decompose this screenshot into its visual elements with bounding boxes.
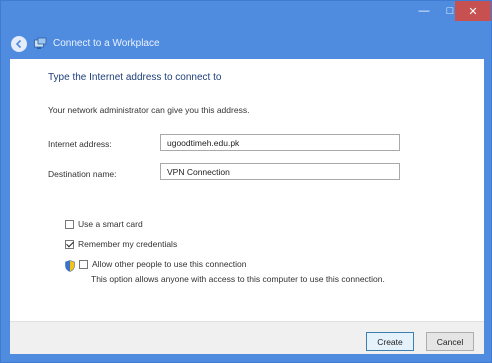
create-button[interactable]: Create [366,332,414,351]
destination-name-label: Destination name: [48,169,117,179]
close-icon: ✕ [468,5,478,18]
button-bar: Create Cancel [10,321,484,354]
internet-address-label: Internet address: [48,139,112,149]
smart-card-checkbox[interactable] [65,220,74,229]
uac-shield-icon [65,260,75,272]
page-heading: Type the Internet address to connect to [48,72,222,83]
internet-address-input[interactable] [160,134,400,151]
cancel-button[interactable]: Cancel [426,332,474,351]
title-bar: — □ ✕ [1,1,491,31]
smart-card-label: Use a smart card [78,219,143,229]
remember-credentials-checkbox[interactable] [65,240,74,249]
close-button[interactable]: ✕ [455,1,491,21]
workplace-connection-icon [34,37,47,49]
remember-credentials-option[interactable]: Remember my credentials [65,239,177,249]
allow-others-checkbox[interactable] [79,260,88,269]
allow-others-option[interactable]: Allow other people to use this connectio… [79,259,247,269]
dialog-window: — □ ✕ Connect to a Workplace Type the In… [0,0,492,363]
allow-others-label: Allow other people to use this connectio… [92,259,247,269]
remember-credentials-label: Remember my credentials [78,239,178,249]
content-panel: Type the Internet address to connect to … [10,59,484,321]
allow-others-description: This option allows anyone with access to… [91,274,385,284]
back-button[interactable] [11,36,27,52]
back-arrow-icon [15,39,22,49]
wizard-header: Connect to a Workplace [1,31,491,59]
maximize-icon: □ [446,5,454,17]
wizard-title: Connect to a Workplace [53,38,160,49]
smart-card-option[interactable]: Use a smart card [65,219,143,229]
minimize-icon: — [418,5,430,17]
instruction-text: Your network administrator can give you … [48,105,250,115]
minimize-button[interactable]: — [411,1,437,21]
destination-name-input[interactable] [160,163,400,180]
